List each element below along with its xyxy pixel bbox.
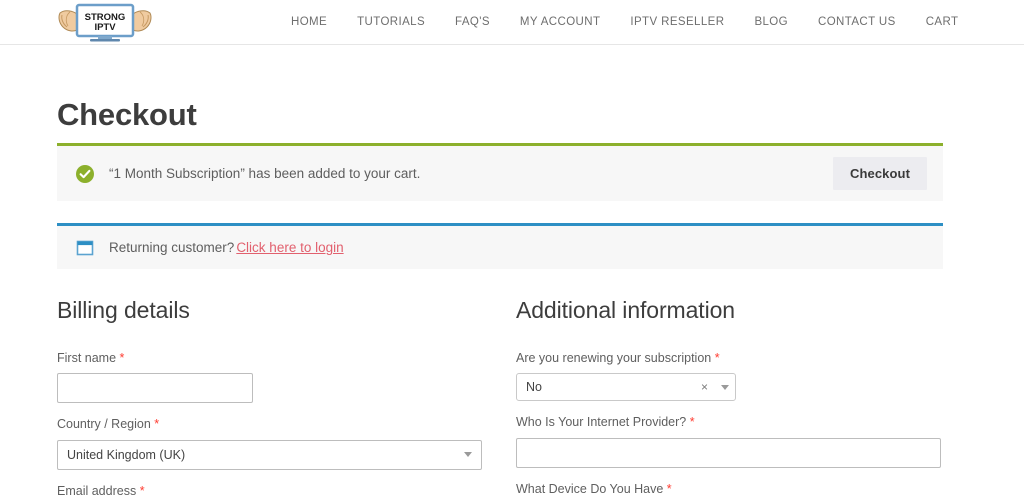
cart-added-notice: “1 Month Subscription” has been added to… [57,143,943,201]
cart-added-message: “1 Month Subscription” has been added to… [109,166,421,181]
returning-customer-label: Returning customer? [109,240,235,255]
checkout-button[interactable]: Checkout [832,157,927,190]
field-renewing-subscription: Are you renewing your subscription * No … [516,350,941,402]
billing-details-column: Billing details First name * Country / R… [57,297,482,500]
required-marker: * [666,481,672,496]
field-device-type: What Device Do You Have * Firestick × [516,481,941,500]
nav-item-blog[interactable]: BLOG [739,16,803,28]
check-circle-icon [76,164,94,183]
returning-customer-notice: Returning customer? Click here to login [57,223,943,269]
renewing-subscription-label: Are you renewing your subscription * [516,350,941,366]
email-address-label-text: Email address [57,483,137,498]
nav-item-my-account[interactable]: MY ACCOUNT [505,16,615,28]
additional-information-heading: Additional information [516,297,735,323]
nav-item-cart[interactable]: CART [911,16,974,28]
country-region-value: United Kingdom (UK) [67,447,186,462]
nav-item-tutorials[interactable]: TUTORIALS [342,16,440,28]
required-marker: * [714,351,720,365]
email-address-label: Email address * [57,483,482,499]
login-link[interactable]: Click here to login [236,240,343,255]
page-title: Checkout [57,97,197,132]
site-header: STRONG IPTV HOME TUTORIALS FAQ'S MY ACCO… [0,0,1024,45]
device-type-label-text: What Device Do You Have [516,481,664,496]
clear-selection-icon[interactable]: × [701,381,708,393]
first-name-label: First name * [57,350,482,366]
returning-customer-text: Returning customer? Click here to login [109,240,344,255]
login-form-icon [76,240,94,255]
required-marker: * [154,417,160,432]
chevron-down-icon [464,452,472,457]
additional-information-column: Additional information Are you renewing … [516,297,941,500]
field-first-name: First name * [57,350,482,404]
renewing-subscription-select[interactable]: No × [516,373,736,402]
billing-details-heading: Billing details [57,297,190,323]
renewing-subscription-label-text: Are you renewing your subscription [516,351,712,365]
required-marker: * [119,351,125,365]
nav-item-home[interactable]: HOME [276,16,342,28]
country-region-label: Country / Region * [57,416,482,432]
internet-provider-label-text: Who Is Your Internet Provider? [516,415,687,430]
main-navigation: HOME TUTORIALS FAQ'S MY ACCOUNT IPTV RES… [276,0,973,44]
field-country-region: Country / Region * United Kingdom (UK) [57,416,482,470]
nav-item-faqs[interactable]: FAQ'S [440,16,505,28]
field-email-address: Email address * [57,483,482,500]
nav-item-contact-us[interactable]: CONTACT US [803,16,911,28]
chevron-down-icon [721,384,729,390]
device-type-label: What Device Do You Have * [516,481,941,497]
first-name-label-text: First name [57,351,117,365]
internet-provider-input[interactable] [516,437,941,468]
strong-iptv-logo-icon: STRONG IPTV [58,3,152,42]
field-internet-provider: Who Is Your Internet Provider? * [516,414,941,468]
required-marker: * [139,483,145,498]
country-region-label-text: Country / Region [57,417,151,432]
internet-provider-label: Who Is Your Internet Provider? * [516,414,941,430]
nav-item-iptv-reseller[interactable]: IPTV RESELLER [615,16,739,28]
first-name-input[interactable] [57,373,253,404]
required-marker: * [689,415,695,430]
site-logo[interactable]: STRONG IPTV [57,1,153,43]
renewing-subscription-value: No [526,380,542,395]
svg-text:IPTV: IPTV [94,22,116,33]
country-region-select[interactable]: United Kingdom (UK) [57,439,482,470]
